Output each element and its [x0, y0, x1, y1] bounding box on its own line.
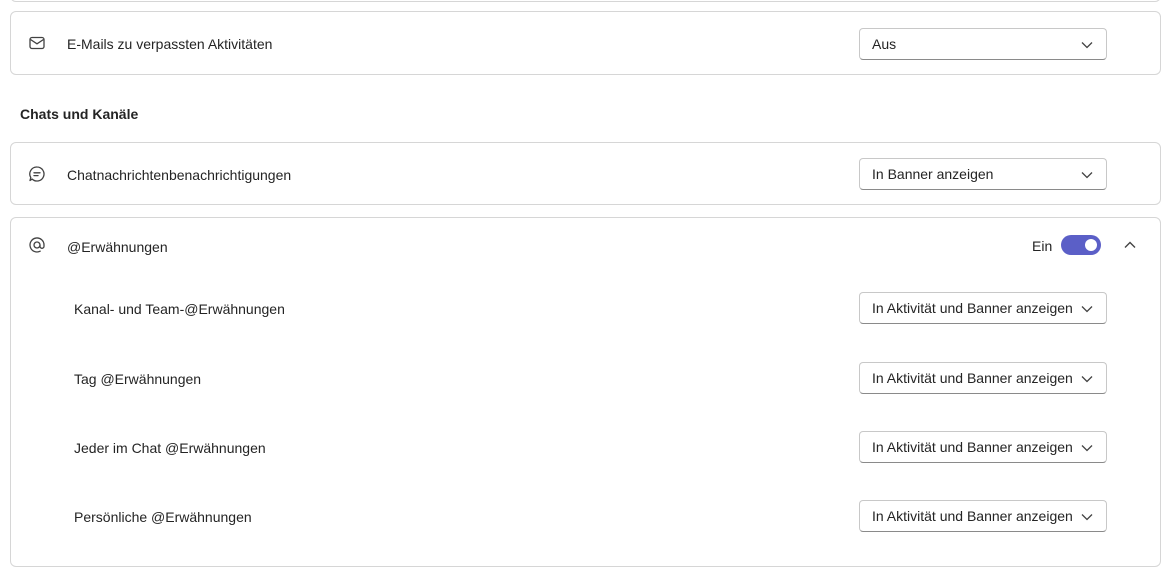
chat-notifications-card: Chatnachrichtenbenachrichtigungen In Ban… [10, 142, 1161, 205]
chat-icon [28, 165, 46, 183]
chevron-down-icon [1081, 172, 1093, 179]
section-heading-chats: Chats und Kanäle [20, 106, 139, 122]
everyone-in-chat-mentions-label: Jeder im Chat @Erwähnungen [74, 440, 266, 456]
dropdown-value: In Aktivität und Banner anzeigen [872, 300, 1073, 316]
mentions-card: @Erwähnungen Ein Kanal- und Team-@Erwähn… [10, 217, 1161, 567]
chat-notifications-label: Chatnachrichtenbenachrichtigungen [67, 167, 292, 183]
dropdown-value: In Aktivität und Banner anzeigen [872, 370, 1073, 386]
dropdown-value: Aus [872, 36, 897, 52]
chevron-down-icon [1081, 42, 1093, 49]
missed-activity-email-dropdown[interactable]: Aus [859, 28, 1107, 60]
toggle-knob [1085, 239, 1097, 251]
dropdown-value: In Banner anzeigen [872, 166, 994, 182]
tag-mentions-dropdown[interactable]: In Aktivität und Banner anzeigen [859, 362, 1107, 394]
previous-card-edge [10, 0, 1161, 2]
everyone-in-chat-mentions-dropdown[interactable]: In Aktivität und Banner anzeigen [859, 431, 1107, 463]
mentions-label: @Erwähnungen [67, 239, 168, 255]
collapse-chevron-up-icon[interactable] [1121, 236, 1139, 254]
chevron-down-icon [1081, 445, 1093, 452]
chevron-down-icon [1081, 376, 1093, 383]
chat-notifications-dropdown[interactable]: In Banner anzeigen [859, 158, 1107, 190]
mentions-toggle-label: Ein [1032, 238, 1053, 254]
email-settings-card: E-Mails zu verpassten Aktivitäten Aus [10, 11, 1161, 75]
mail-icon [28, 34, 46, 52]
personal-mentions-label: Persönliche @Erwähnungen [74, 509, 252, 525]
personal-mentions-dropdown[interactable]: In Aktivität und Banner anzeigen [859, 500, 1107, 532]
mentions-toggle[interactable] [1061, 235, 1101, 255]
dropdown-value: In Aktivität und Banner anzeigen [872, 508, 1073, 524]
channel-team-mentions-dropdown[interactable]: In Aktivität und Banner anzeigen [859, 292, 1107, 324]
missed-activity-email-label: E-Mails zu verpassten Aktivitäten [67, 36, 273, 52]
tag-mentions-label: Tag @Erwähnungen [74, 371, 202, 387]
channel-team-mentions-label: Kanal- und Team-@Erwähnungen [74, 301, 285, 317]
chevron-down-icon [1081, 514, 1093, 521]
at-icon [28, 236, 46, 254]
chevron-down-icon [1081, 306, 1093, 313]
dropdown-value: In Aktivität und Banner anzeigen [872, 439, 1073, 455]
